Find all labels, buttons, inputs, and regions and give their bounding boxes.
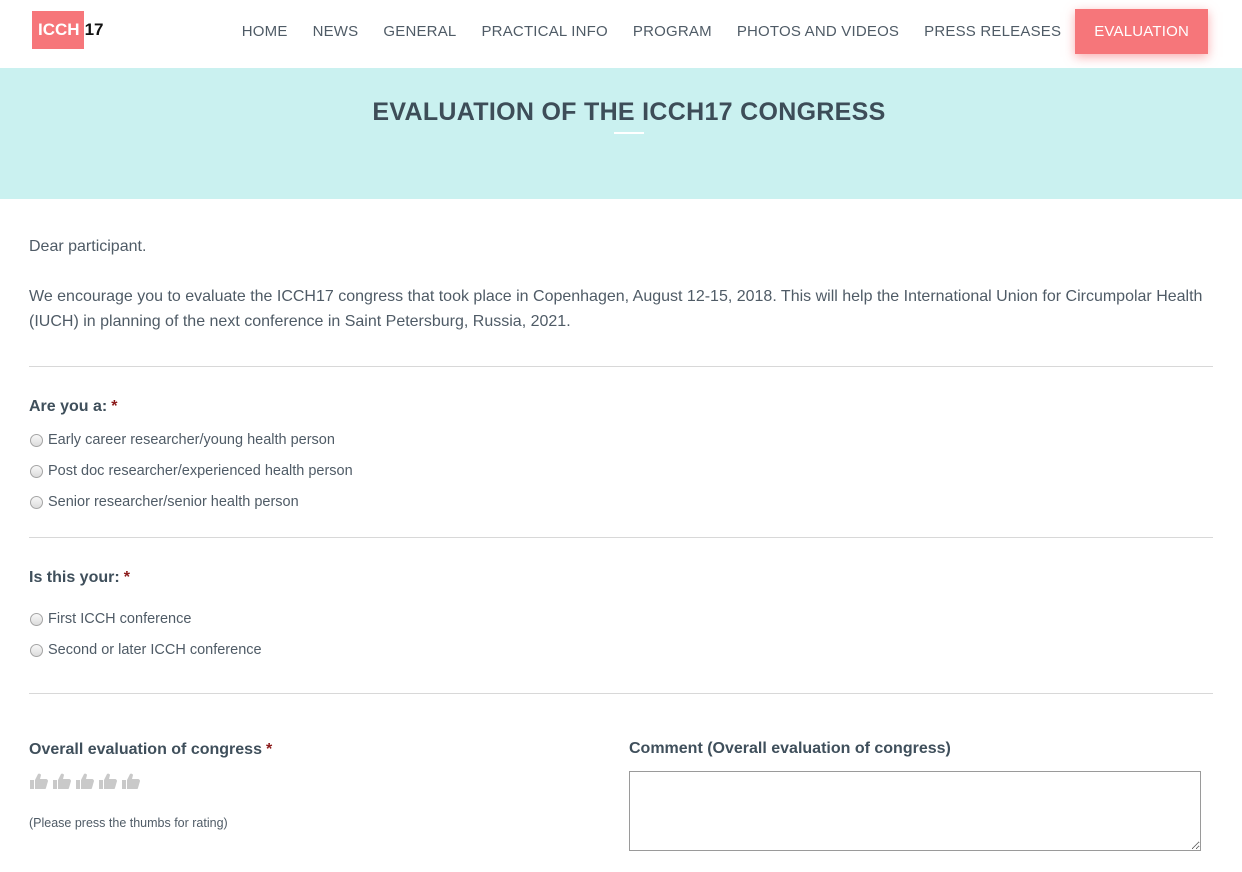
- question-attendance-label: Is this your: *: [29, 569, 130, 587]
- comment-textarea[interactable]: [629, 771, 1201, 851]
- rating-thumbs: [29, 772, 141, 790]
- nav-evaluation[interactable]: EVALUATION: [1075, 8, 1208, 54]
- radio-label: Senior researcher/senior health person: [48, 494, 299, 510]
- nav-photos-videos[interactable]: PHOTOS AND VIDEOS: [737, 23, 899, 40]
- required-marker: *: [111, 398, 118, 415]
- thumbs-up-icon[interactable]: [98, 772, 118, 790]
- divider: [29, 366, 1213, 367]
- site-logo[interactable]: ICCH 17: [32, 11, 103, 49]
- radio-button[interactable]: [30, 495, 43, 509]
- intro-text: We encourage you to evaluate the ICCH17 …: [29, 288, 1203, 330]
- radio-label: First ICCH conference: [48, 611, 192, 627]
- nav-program[interactable]: PROGRAM: [633, 23, 712, 40]
- radio-label: Post doc researcher/experienced health p…: [48, 463, 353, 479]
- nav-general[interactable]: GENERAL: [383, 23, 456, 40]
- radio-button[interactable]: [30, 464, 43, 478]
- site-header: ICCH 17 HOME NEWS GENERAL PRACTICAL INFO…: [0, 0, 1242, 68]
- main-nav: HOME NEWS GENERAL PRACTICAL INFO PROGRAM…: [242, 0, 1242, 62]
- divider: [29, 537, 1213, 538]
- radio-option-early-career[interactable]: Early career researcher/young health per…: [29, 432, 335, 448]
- thumbs-up-icon[interactable]: [52, 772, 72, 790]
- nav-news[interactable]: NEWS: [313, 23, 359, 40]
- radio-option-first-conference[interactable]: First ICCH conference: [29, 611, 191, 627]
- question-overall-text: Overall evaluation of congress: [29, 741, 262, 758]
- comment-label: Comment (Overall evaluation of congress): [629, 740, 951, 757]
- radio-button[interactable]: [30, 433, 43, 447]
- divider: [29, 693, 1213, 694]
- radio-label: Early career researcher/young health per…: [48, 432, 335, 448]
- greeting-text: Dear participant.: [29, 238, 147, 255]
- page-banner: EVALUATION OF THE ICCH17 CONGRESS: [0, 68, 1242, 199]
- radio-label: Second or later ICCH conference: [48, 642, 262, 658]
- thumbs-up-icon[interactable]: [121, 772, 141, 790]
- radio-option-later-conference[interactable]: Second or later ICCH conference: [29, 642, 262, 658]
- question-role-text: Are you a:: [29, 398, 108, 415]
- radio-option-post-doc[interactable]: Post doc researcher/experienced health p…: [29, 463, 353, 479]
- required-marker: *: [123, 569, 130, 586]
- question-attendance-text: Is this your:: [29, 569, 120, 586]
- radio-option-senior[interactable]: Senior researcher/senior health person: [29, 494, 299, 510]
- logo-number: 17: [84, 20, 104, 39]
- thumbs-up-icon[interactable]: [75, 772, 95, 790]
- radio-button[interactable]: [30, 643, 43, 657]
- page-title: EVALUATION OF THE ICCH17 CONGRESS: [372, 98, 886, 126]
- nav-home[interactable]: HOME: [242, 23, 288, 40]
- nav-practical-info[interactable]: PRACTICAL INFO: [481, 23, 607, 40]
- nav-press-releases[interactable]: PRESS RELEASES: [924, 23, 1061, 40]
- question-role-label: Are you a: *: [29, 398, 117, 416]
- logo-text: ICCH: [32, 11, 84, 49]
- question-overall-label: Overall evaluation of congress *: [29, 741, 272, 759]
- required-marker: *: [265, 741, 273, 758]
- radio-button[interactable]: [30, 612, 43, 626]
- title-underline: [614, 132, 644, 134]
- thumbs-up-icon[interactable]: [29, 772, 49, 790]
- rating-hint: (Please press the thumbs for rating): [29, 816, 228, 830]
